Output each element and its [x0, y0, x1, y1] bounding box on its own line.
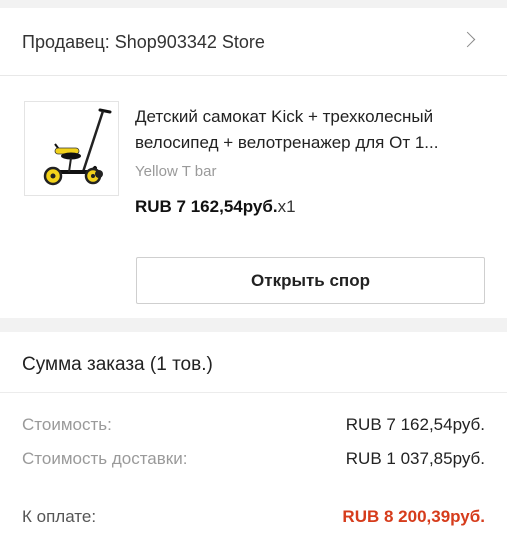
product-image[interactable]: [24, 101, 119, 196]
product-title-line-1: Детский самокат Kick + трехколесный: [135, 107, 434, 126]
open-dispute-button[interactable]: Открыть спор: [136, 257, 485, 304]
cost-label: Стоимость:: [22, 415, 112, 434]
product-price: RUB 7 162,54руб.: [135, 197, 278, 216]
scooter-image: [43, 108, 112, 186]
summary-title: Сумма заказа (1 тов.): [22, 354, 213, 375]
order-card: Продавец: Shop903342 Store Детский самок…: [0, 8, 507, 318]
shipping-value: RUB 1 037,85руб.: [345, 449, 485, 468]
product-price-row: RUB 7 162,54руб.x1: [135, 197, 296, 217]
order-summary-card: Сумма заказа (1 тов.) Стоимость: RUB 7 1…: [0, 332, 507, 540]
product-variant: Yellow T bar: [135, 163, 217, 180]
order-details-page: Продавец: Shop903342 Store Детский самок…: [0, 0, 507, 540]
product-title-line-2: велосипед + велотренажер для От 1...: [135, 133, 439, 152]
top-spacer: [0, 0, 507, 8]
total-label: К оплате:: [22, 507, 97, 526]
product-title[interactable]: Детский самокат Kick + трехколесный вело…: [135, 104, 487, 156]
product-quantity: x1: [277, 197, 296, 216]
chevron-right-icon[interactable]: [459, 31, 476, 48]
divider: [0, 75, 507, 76]
divider: [0, 392, 507, 393]
total-value: RUB 8 200,39руб.: [342, 507, 485, 526]
shipping-label: Стоимость доставки:: [22, 449, 188, 468]
cost-value: RUB 7 162,54руб.: [345, 415, 485, 434]
seller-name[interactable]: Продавец: Shop903342 Store: [22, 32, 265, 53]
seller-row[interactable]: Продавец: Shop903342 Store: [0, 8, 507, 76]
